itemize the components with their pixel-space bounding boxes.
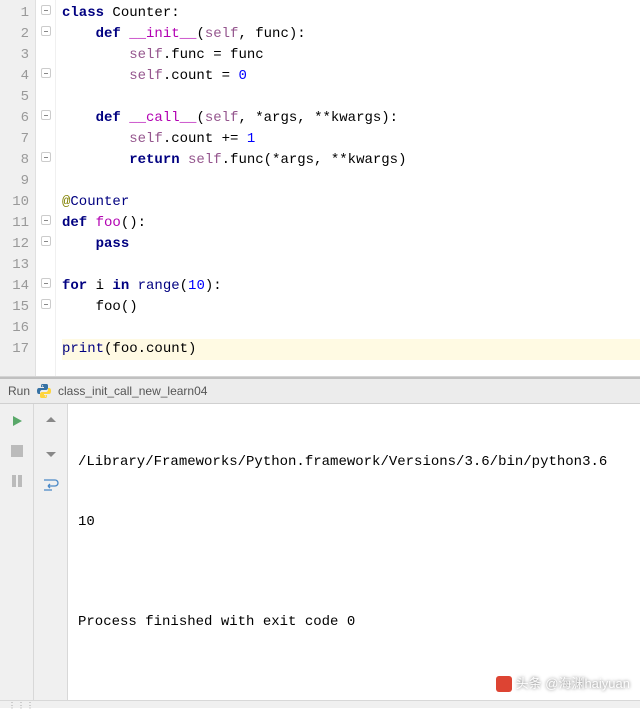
panel-resize-handle[interactable]: ⋮⋮⋮	[0, 700, 640, 708]
run-label: Run	[8, 384, 30, 398]
watermark: 头条 @海渊haiyuan	[496, 674, 630, 694]
code-line: def foo():	[62, 213, 640, 234]
line-num: 14	[0, 276, 29, 297]
console-line: 10	[78, 512, 630, 532]
line-num: 4	[0, 66, 29, 87]
stop-button[interactable]	[6, 440, 28, 462]
code-line-current: print(foo.count)	[62, 339, 640, 360]
line-num: 12	[0, 234, 29, 255]
console-line: Process finished with exit code 0	[78, 612, 630, 632]
code-line: class Counter:	[62, 3, 640, 24]
scroll-up-button[interactable]	[40, 410, 62, 432]
line-num: 9	[0, 171, 29, 192]
console-output[interactable]: /Library/Frameworks/Python.framework/Ver…	[68, 404, 640, 700]
pause-button[interactable]	[6, 470, 28, 492]
scroll-down-button[interactable]	[40, 442, 62, 464]
line-num: 10	[0, 192, 29, 213]
run-panel-header: Run class_init_call_new_learn04	[0, 379, 640, 404]
line-num: 1	[0, 3, 29, 24]
code-line	[62, 318, 640, 339]
editor-area: 1 2 3 4 5 6 7 8 9 10 11 12 13 14 15 16 1…	[0, 0, 640, 377]
code-line: return self.func(*args, **kwargs)	[62, 150, 640, 171]
code-line: self.count += 1	[62, 129, 640, 150]
code-line	[62, 171, 640, 192]
fold-toggle-icon[interactable]	[41, 152, 51, 162]
code-line: pass	[62, 234, 640, 255]
code-line: self.func = func	[62, 45, 640, 66]
fold-toggle-icon[interactable]	[41, 236, 51, 246]
code-line	[62, 87, 640, 108]
watermark-icon	[496, 676, 512, 692]
run-panel: Run class_init_call_new_learn04	[0, 377, 640, 531]
line-num: 2	[0, 24, 29, 45]
code-line: foo()	[62, 297, 640, 318]
soft-wrap-button[interactable]	[40, 474, 62, 496]
fold-toggle-icon[interactable]	[41, 215, 51, 225]
run-toolbar-primary	[0, 404, 34, 700]
code-line: @Counter	[62, 192, 640, 213]
line-num: 15	[0, 297, 29, 318]
code-editor[interactable]: class Counter: def __init__(self, func):…	[56, 0, 640, 376]
rerun-button[interactable]	[6, 410, 28, 432]
line-num: 13	[0, 255, 29, 276]
code-line: def __call__(self, *args, **kwargs):	[62, 108, 640, 129]
line-num: 11	[0, 213, 29, 234]
python-icon	[36, 383, 52, 399]
code-line: def __init__(self, func):	[62, 24, 640, 45]
line-num: 3	[0, 45, 29, 66]
fold-gutter	[36, 0, 56, 376]
run-config-name[interactable]: class_init_call_new_learn04	[58, 384, 207, 398]
line-num: 5	[0, 87, 29, 108]
run-toolbar-secondary	[34, 404, 68, 700]
watermark-text: 头条 @海渊haiyuan	[516, 674, 630, 694]
console-line: /Library/Frameworks/Python.framework/Ver…	[78, 452, 630, 472]
line-num: 17	[0, 339, 29, 360]
fold-toggle-icon[interactable]	[41, 110, 51, 120]
fold-toggle-icon[interactable]	[41, 5, 51, 15]
line-number-gutter: 1 2 3 4 5 6 7 8 9 10 11 12 13 14 15 16 1…	[0, 0, 36, 376]
code-line: self.count = 0	[62, 66, 640, 87]
line-num: 16	[0, 318, 29, 339]
fold-toggle-icon[interactable]	[41, 68, 51, 78]
code-line	[62, 255, 640, 276]
line-num: 6	[0, 108, 29, 129]
fold-toggle-icon[interactable]	[41, 278, 51, 288]
code-line: for i in range(10):	[62, 276, 640, 297]
fold-toggle-icon[interactable]	[41, 26, 51, 36]
fold-toggle-icon[interactable]	[41, 299, 51, 309]
line-num: 8	[0, 150, 29, 171]
run-body: /Library/Frameworks/Python.framework/Ver…	[0, 404, 640, 700]
line-num: 7	[0, 129, 29, 150]
